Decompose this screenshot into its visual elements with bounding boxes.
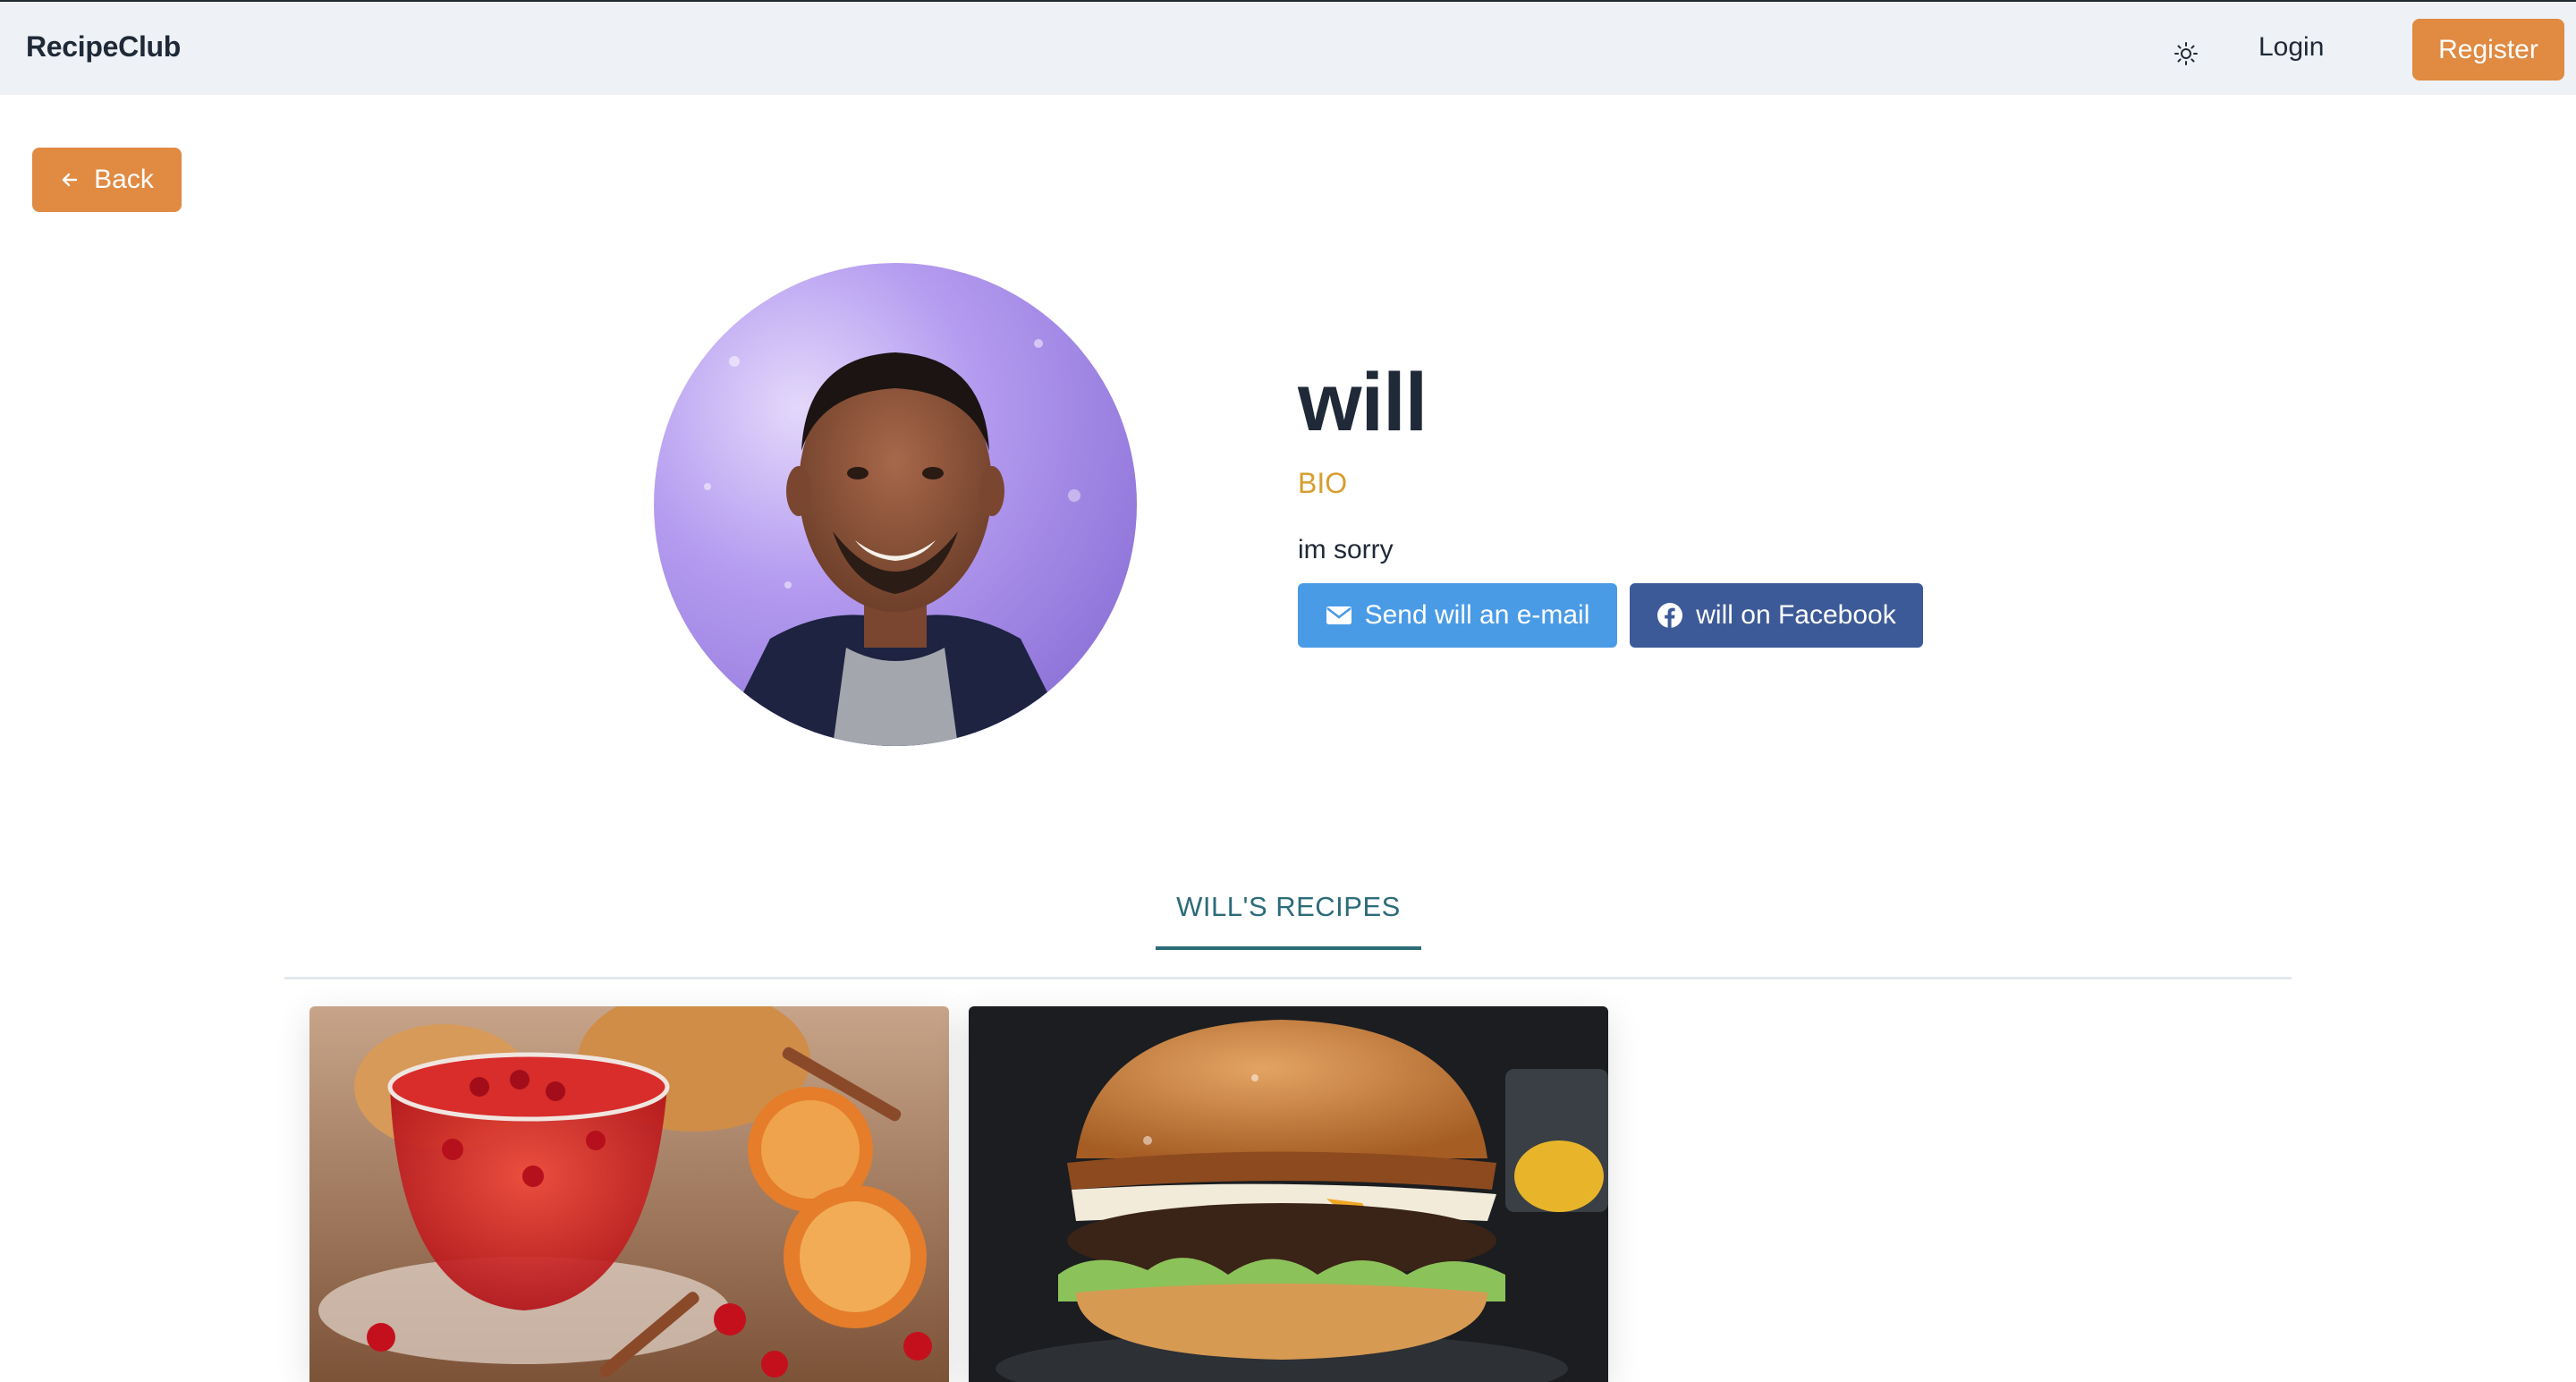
recipe-card[interactable]: [969, 1006, 1608, 1382]
facebook-button[interactable]: will on Facebook: [1630, 583, 1923, 648]
facebook-label: will on Facebook: [1696, 600, 1896, 630]
profile-name: will: [1298, 357, 1428, 448]
send-email-button[interactable]: Send will an e-mail: [1298, 583, 1617, 648]
register-button[interactable]: Register: [2412, 19, 2564, 81]
recipe-image-burger: [969, 1006, 1608, 1382]
navbar: RecipeClub Login Register: [0, 2, 2576, 95]
recipe-image-tea: [309, 1006, 949, 1382]
facebook-icon: [1657, 603, 1683, 628]
tabs-divider: [284, 977, 2292, 979]
bio-text: im sorry: [1298, 535, 1394, 564]
back-button[interactable]: Back: [32, 148, 182, 212]
bio-label: BIO: [1298, 467, 1348, 499]
brand-logo[interactable]: RecipeClub: [26, 30, 181, 64]
tab-wills-recipes[interactable]: WILL'S RECIPES: [1156, 891, 1421, 950]
sun-icon: [2174, 42, 2198, 65]
back-button-label: Back: [94, 165, 154, 194]
send-email-label: Send will an e-mail: [1364, 600, 1590, 630]
recipe-card[interactable]: [309, 1006, 949, 1382]
login-link[interactable]: Login: [2258, 32, 2324, 72]
theme-toggle-button[interactable]: [2168, 36, 2204, 72]
profile-avatar: [654, 263, 1137, 746]
arrow-left-icon: [62, 173, 78, 187]
envelope-icon: [1326, 606, 1352, 624]
